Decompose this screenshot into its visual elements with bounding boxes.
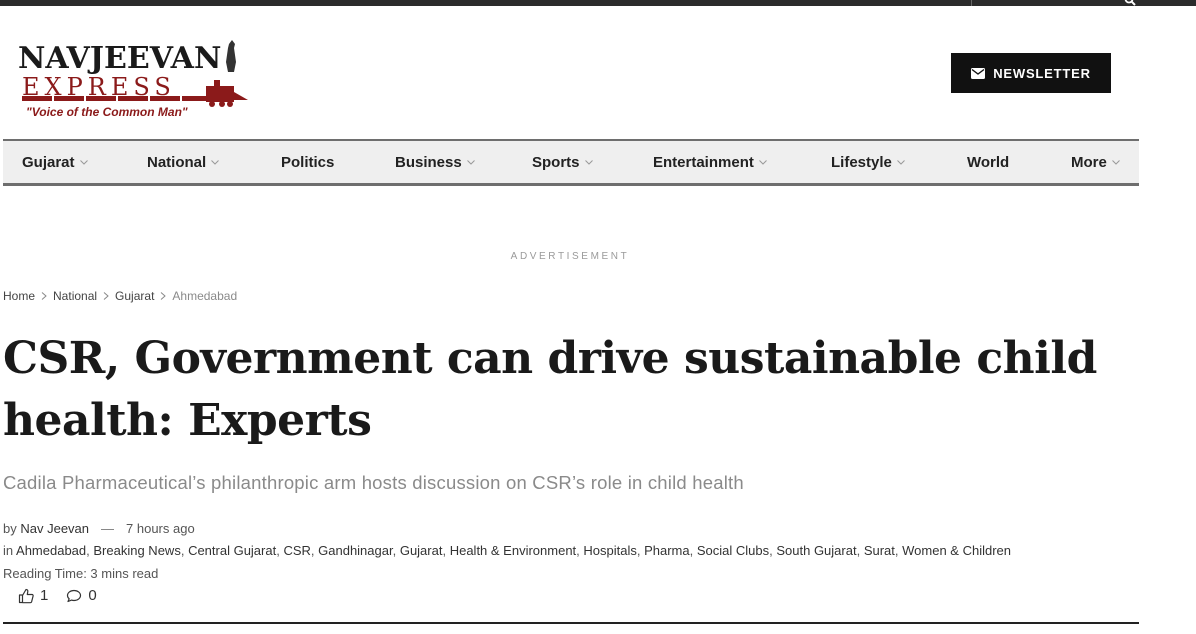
nav-item-label: National — [147, 153, 207, 171]
nav-item-label: Lifestyle — [831, 153, 892, 171]
nav-item-label: World — [967, 153, 1010, 171]
byline-dash: — — [101, 521, 115, 536]
nav-item-world[interactable]: World — [967, 141, 1009, 183]
search-icon[interactable] — [1124, 0, 1136, 6]
category-link[interactable]: Ahmedabad — [16, 543, 86, 558]
reading-time: Reading Time: 3 mins read — [3, 566, 159, 581]
breadcrumb-current: Ahmedabad — [172, 289, 238, 303]
nav-item-national[interactable]: National — [147, 141, 220, 183]
category-link[interactable]: Central Gujarat — [188, 543, 276, 558]
chevron-down-icon — [897, 159, 905, 165]
nav-item-gujarat[interactable]: Gujarat — [22, 141, 88, 183]
nav-item-label: Entertainment — [653, 153, 754, 171]
article-byline: by Nav Jeevan — 7 hours ago — [3, 521, 195, 536]
category-link[interactable]: Social Clubs — [697, 543, 769, 558]
nav-item-more[interactable]: More — [1071, 141, 1120, 183]
advertisement-label: ADVERTISEMENT — [510, 251, 630, 262]
nav-item-label: Gujarat — [22, 153, 75, 171]
author-link[interactable]: Nav Jeevan — [20, 521, 89, 536]
category-link[interactable]: Breaking News — [93, 543, 180, 558]
newsletter-button[interactable]: NEWSLETTER — [951, 53, 1111, 93]
chevron-right-icon — [161, 292, 167, 300]
like-count: 1 — [40, 587, 49, 604]
chevron-down-icon — [211, 159, 220, 165]
chevron-down-icon — [79, 159, 88, 165]
category-link[interactable]: South Gujarat — [776, 543, 856, 558]
in-prefix: in — [3, 543, 14, 558]
breadcrumb-national[interactable]: National — [53, 289, 97, 303]
section-divider — [3, 622, 1139, 624]
nav-item-lifestyle[interactable]: Lifestyle — [831, 141, 905, 183]
category-link[interactable]: Surat — [864, 543, 895, 558]
chevron-down-icon — [1111, 159, 1120, 165]
category-link[interactable]: Gandhinagar — [318, 543, 392, 558]
article-stats: 1 0 — [18, 587, 115, 604]
chevron-right-icon — [41, 292, 47, 300]
site-logo[interactable]: NAVJEEVAN EXPRESS "Voice of the Common M… — [16, 34, 252, 124]
nav-item-label: Sports — [532, 153, 580, 171]
category-link[interactable]: Health & Environment — [450, 543, 576, 558]
logo-tagline: "Voice of the Common Man" — [26, 105, 188, 119]
comment-icon — [67, 589, 82, 602]
article-subtitle: Cadila Pharmaceutical’s philanthropic ar… — [3, 472, 744, 493]
top-bar — [0, 0, 1196, 6]
comment-count: 0 — [88, 587, 97, 604]
category-link[interactable]: Hospitals — [583, 543, 636, 558]
breadcrumb: Home National Gujarat Ahmedabad — [3, 289, 237, 303]
chevron-down-icon — [759, 159, 767, 165]
category-link[interactable]: Gujarat — [400, 543, 443, 558]
breadcrumb-home[interactable]: Home — [3, 289, 35, 303]
article-title: CSR, Government can drive sustainable ch… — [3, 333, 1097, 446]
category-link[interactable]: CSR — [283, 543, 310, 558]
top-bar-divider — [971, 0, 972, 6]
chevron-right-icon — [103, 292, 109, 300]
nav-item-politics[interactable]: Politics — [281, 141, 334, 183]
main-nav: Gujarat National Politics Business Sport… — [3, 139, 1139, 186]
chevron-down-icon — [584, 159, 593, 165]
nav-item-label: More — [1071, 153, 1107, 171]
comment-button[interactable]: 0 — [66, 587, 97, 604]
chevron-down-icon — [466, 159, 475, 165]
nav-item-entertainment[interactable]: Entertainment — [653, 141, 767, 183]
nav-item-label: Business — [395, 153, 462, 171]
by-prefix: by — [3, 521, 17, 536]
nav-item-sports[interactable]: Sports — [532, 141, 593, 183]
newsletter-label: NEWSLETTER — [993, 65, 1091, 81]
article-categories: in Ahmedabad, Breaking News, Central Guj… — [3, 543, 1011, 558]
logo-text-main: NAVJEEVAN — [18, 41, 221, 76]
nav-item-label: Politics — [281, 153, 335, 171]
envelope-icon — [971, 67, 986, 79]
category-link[interactable]: Women & Children — [902, 543, 1011, 558]
breadcrumb-gujarat[interactable]: Gujarat — [115, 289, 154, 303]
nav-item-business[interactable]: Business — [395, 141, 475, 183]
like-button[interactable]: 1 — [18, 587, 48, 604]
publish-time: 7 hours ago — [126, 521, 195, 536]
category-link[interactable]: Pharma — [644, 543, 690, 558]
thumbs-up-icon — [18, 588, 34, 603]
